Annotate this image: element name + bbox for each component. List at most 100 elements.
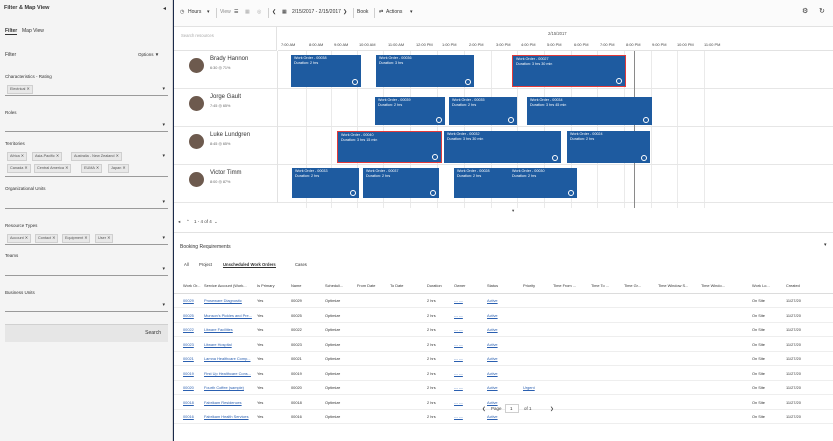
booking-block[interactable]: Work Order - 00024 Duration: 2 hrs — [567, 131, 650, 163]
chevron-left-icon[interactable]: ❮ — [272, 9, 276, 15]
booking-block[interactable]: Work Order - 00030 Duration: 2 hrs — [509, 168, 577, 198]
list-view-icon[interactable]: ☰ — [234, 9, 238, 15]
column-header[interactable]: To Date — [390, 283, 403, 288]
table-row[interactable]: 00016 Fabrikam Health Services Yes 00016 Opt… — [174, 410, 833, 424]
chip-territory[interactable]: Central America ✕ — [34, 164, 72, 173]
table-row[interactable]: 00023 Litware Hospital Yes 00023 Optimize 2 h… — [174, 338, 833, 352]
booking-block[interactable]: Work Order - 00034 Duration: 3 hrs 45 min — [527, 97, 652, 125]
column-header[interactable]: Time Gr... — [624, 283, 641, 288]
table-cell[interactable]: Proseware Diagnostic — [204, 298, 242, 303]
table-cell[interactable]: 00025 — [183, 313, 194, 318]
chip-territory[interactable]: EUMA ✕ — [81, 164, 102, 173]
resource-types-field[interactable]: Account ✕ Contact ✕ Equipment ✕ User ✕ ▾ — [5, 231, 168, 245]
table-cell[interactable]: Active — [487, 356, 498, 361]
table-cell[interactable]: 00029 — [183, 298, 194, 303]
chip-territory[interactable]: Australia - New Zealand ✕ — [71, 152, 122, 161]
tab-all[interactable]: All — [184, 262, 189, 267]
table-row[interactable]: 00018 Fabrikam Residences Yes 00018 Optimize… — [174, 396, 833, 410]
chevron-down-icon[interactable]: ▾ — [162, 235, 165, 241]
gear-icon[interactable]: ⚙ — [802, 7, 808, 15]
booking-block[interactable]: Work Order - 00037 Duration: 2 hrs — [363, 168, 439, 198]
column-header[interactable]: Scheduli... — [325, 283, 343, 288]
table-cell[interactable]: Fabrikam Residences — [204, 400, 242, 405]
table-cell[interactable]: Active — [487, 298, 498, 303]
chevron-down-icon[interactable]: ▾ — [824, 242, 827, 248]
chevron-down-icon[interactable]: ▾ — [162, 122, 165, 128]
book-button[interactable]: Book — [357, 9, 368, 15]
chip-resource-type[interactable]: User ✕ — [95, 234, 114, 243]
table-row[interactable]: 00019 First Up Healthcare Cons... Yes 00019… — [174, 367, 833, 381]
resource-search-input[interactable]: Search resources — [174, 27, 277, 51]
column-header[interactable]: Name — [291, 283, 301, 288]
chevron-down-icon[interactable]: ▾ — [162, 153, 165, 159]
refresh-icon[interactable]: ↻ — [819, 7, 825, 15]
resource-name[interactable]: Brady Hannon — [210, 56, 248, 62]
column-header[interactable]: Service Account (Work... — [204, 283, 247, 288]
table-cell[interactable]: --- --- — [454, 327, 463, 332]
options-button[interactable]: Options ▼ — [138, 52, 159, 57]
map-view-icon[interactable]: ◎ — [257, 9, 261, 15]
column-header[interactable]: Time Windo... — [701, 283, 725, 288]
table-row[interactable]: 00029 Proseware Diagnostic Yes 00029 Optimiz… — [174, 294, 833, 308]
chevron-down-icon[interactable]: ▾ — [162, 199, 165, 205]
table-cell[interactable]: Active — [487, 414, 498, 419]
table-cell[interactable]: 00016 — [183, 414, 194, 419]
chevron-down-icon[interactable]: ⌄ — [214, 219, 218, 225]
booking-block[interactable]: Work Order - 00027 Duration: 3 hrs 30 min — [512, 55, 626, 87]
table-cell[interactable]: --- --- — [454, 385, 463, 390]
actions-dropdown[interactable]: Actions — [386, 9, 402, 15]
table-cell[interactable]: 00020 — [183, 385, 194, 390]
resource-name[interactable]: Victor Timm — [210, 170, 242, 176]
table-cell[interactable]: First Up Healthcare Cons... — [204, 371, 251, 376]
booking-block[interactable]: Work Order - 00033 Duration: 2 hrs — [292, 168, 359, 198]
chip-electrical[interactable]: Electrical ✕ — [7, 85, 33, 94]
chip-territory[interactable]: Africa ✕ — [7, 152, 27, 161]
table-cell[interactable]: Active — [487, 385, 498, 390]
calendar-icon[interactable]: ▦ — [282, 9, 287, 15]
table-cell[interactable]: Active — [487, 371, 498, 376]
table-cell[interactable]: 00023 — [183, 342, 194, 347]
table-cell[interactable]: Munson's Pickles and Pre... — [204, 313, 252, 318]
column-header[interactable]: Status — [487, 283, 498, 288]
chevron-down-icon[interactable]: ▾ — [162, 266, 165, 272]
table-cell[interactable]: 00022 — [183, 327, 194, 332]
business-units-field[interactable]: ▾ — [5, 298, 168, 312]
table-cell[interactable]: Lamna Healthcare Comp... — [204, 356, 251, 361]
tab-cases[interactable]: Cases — [295, 262, 307, 267]
column-header[interactable]: Owner — [454, 283, 465, 288]
table-cell[interactable]: --- --- — [454, 298, 463, 303]
booking-block[interactable]: Work Order - 00036 Duration: 3 hrs — [376, 55, 474, 87]
table-cell[interactable]: Litware Facilities — [204, 327, 233, 332]
table-cell[interactable]: Active — [487, 400, 498, 405]
table-cell[interactable]: Active — [487, 342, 498, 347]
chevron-down-icon[interactable]: ▾ — [162, 86, 165, 92]
chevron-left-icon[interactable]: ◂ — [163, 5, 166, 12]
column-header[interactable]: Duration — [427, 283, 442, 288]
table-cell[interactable]: 00021 — [183, 356, 194, 361]
chevron-up-icon[interactable]: ⌃ — [186, 219, 190, 225]
table-cell[interactable]: --- --- — [454, 371, 463, 376]
org-units-field[interactable]: ▾ — [5, 195, 168, 209]
table-cell[interactable]: Active — [487, 327, 498, 332]
booking-block[interactable]: Work Order - 00039 Duration: 2 hrs — [375, 97, 445, 125]
chevron-right-icon[interactable]: ❯ — [550, 406, 554, 412]
column-header[interactable]: Time Window S... — [658, 283, 688, 288]
table-row[interactable]: 00020 Fourth Coffee (sample) Yes 00020 Optim… — [174, 381, 833, 395]
table-row[interactable]: 00022 Litware Facilities Yes 00022 Optimize 2… — [174, 323, 833, 337]
chevron-down-icon[interactable]: ▾ — [162, 302, 165, 308]
column-header[interactable]: Work Or... — [183, 283, 200, 288]
table-cell[interactable]: --- --- — [454, 400, 463, 405]
chevron-left-icon[interactable]: ❮ — [482, 406, 486, 412]
resource-name[interactable]: Jorge Gault — [210, 94, 241, 100]
tab-filter[interactable]: Filter — [5, 28, 18, 35]
column-header[interactable]: Time From ... — [553, 283, 576, 288]
teams-field[interactable]: ▾ — [5, 262, 168, 276]
hours-dropdown[interactable]: Hours — [188, 9, 201, 15]
column-header[interactable]: Created — [786, 283, 800, 288]
chevron-right-icon[interactable]: ❯ — [343, 9, 347, 15]
chip-territory[interactable]: Asia-Pacific ✕ — [32, 152, 63, 161]
chevron-left-icon[interactable]: ◂ — [178, 219, 180, 225]
search-button[interactable]: Search — [5, 324, 168, 342]
table-cell[interactable]: 00019 — [183, 371, 194, 376]
table-cell[interactable]: Fabrikam Health Services — [204, 414, 249, 419]
